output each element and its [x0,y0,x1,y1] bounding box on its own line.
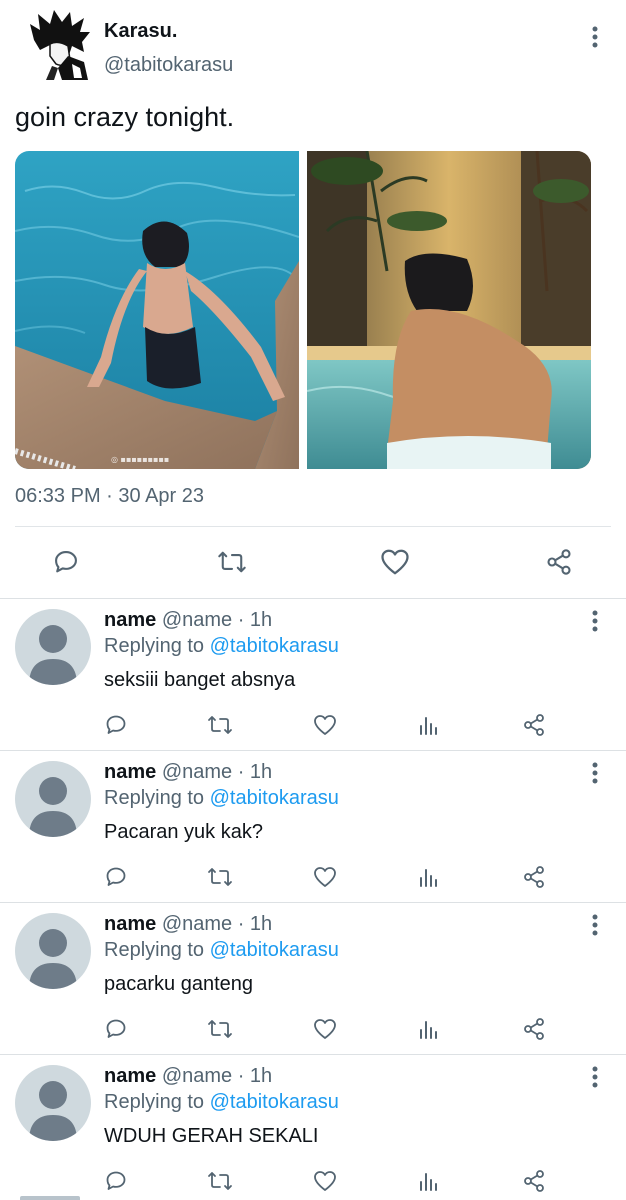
replying-to: Replying to @tabitokarasu [104,787,339,810]
share-icon[interactable] [516,1011,552,1047]
more-options-icon[interactable] [583,25,607,49]
reply-time: · 1h [237,609,273,631]
reply-time: · 1h [237,761,273,783]
more-options-icon[interactable] [583,913,607,937]
share-icon[interactable] [516,1163,552,1199]
replying-to: Replying to @tabitokarasu [104,1091,339,1114]
replying-to-mention[interactable]: @tabitokarasu [210,939,339,961]
default-avatar-icon[interactable] [15,1065,91,1141]
like-icon[interactable] [307,707,343,743]
author-name[interactable]: Karasu. [104,20,177,43]
reply-author-handle[interactable]: @name [162,1065,232,1087]
more-options-icon[interactable] [583,1065,607,1089]
replying-to: Replying to @tabitokarasu [104,635,339,658]
tweet-timestamp[interactable]: 06:33 PM · 30 Apr 23 [15,485,204,508]
reply-text: Pacaran yuk kak? [104,821,263,843]
reply-item[interactable]: name @name · 1h Replying to @tabitokaras… [0,599,626,751]
more-options-icon[interactable] [583,761,607,785]
retweet-icon[interactable] [202,707,238,743]
tweet-image-pool[interactable]: ◎ ▪▪▪▪▪▪▪▪▪ [15,151,299,469]
retweet-icon[interactable] [212,542,252,582]
reply-icon[interactable] [46,542,86,582]
replying-to-mention[interactable]: @tabitokarasu [210,1091,339,1113]
reply-item[interactable]: name @name · 1h Replying to @tabitokaras… [0,1055,626,1200]
analytics-icon[interactable] [411,1011,447,1047]
reply-icon[interactable] [98,1011,134,1047]
analytics-icon[interactable] [411,859,447,895]
reply-icon[interactable] [98,1163,134,1199]
analytics-icon[interactable] [411,1163,447,1199]
reply-author-handle[interactable]: @name [162,609,232,631]
reply-author-name[interactable]: name [104,1065,156,1087]
replying-label: Replying to [104,787,205,809]
replying-label: Replying to [104,1091,205,1113]
like-icon[interactable] [375,542,415,582]
reply-time: · 1h [237,1065,273,1087]
reply-time: · 1h [237,913,273,935]
replying-to-mention[interactable]: @tabitokarasu [210,635,339,657]
tweet-image-jacuzzi[interactable] [307,151,591,469]
like-icon[interactable] [307,1163,343,1199]
share-icon[interactable] [539,542,579,582]
analytics-icon[interactable] [411,707,447,743]
default-avatar-icon[interactable] [15,913,91,989]
svg-text:◎ ▪▪▪▪▪▪▪▪▪: ◎ ▪▪▪▪▪▪▪▪▪ [111,455,169,464]
more-options-icon[interactable] [583,609,607,633]
reply-header: name @name · 1h [104,1065,272,1088]
like-icon[interactable] [307,1011,343,1047]
reply-item[interactable]: name @name · 1h Replying to @tabitokaras… [0,751,626,903]
reply-icon[interactable] [98,859,134,895]
reply-header: name @name · 1h [104,761,272,784]
divider [15,526,611,527]
replying-label: Replying to [104,939,205,961]
replying-label: Replying to [104,635,205,657]
retweet-icon[interactable] [202,1011,238,1047]
reply-text: WDUH GERAH SEKALI [104,1125,319,1147]
tweet-text: goin crazy tonight. [15,102,235,132]
reply-author-name[interactable]: name [104,761,156,783]
retweet-icon[interactable] [202,1163,238,1199]
like-icon[interactable] [307,859,343,895]
share-icon[interactable] [516,707,552,743]
reply-author-handle[interactable]: @name [162,913,232,935]
retweet-icon[interactable] [202,859,238,895]
reply-author-name[interactable]: name [104,913,156,935]
author-avatar[interactable] [28,10,92,80]
reply-author-handle[interactable]: @name [162,761,232,783]
reply-item[interactable]: name @name · 1h Replying to @tabitokaras… [0,903,626,1055]
default-avatar-icon[interactable] [15,761,91,837]
next-reply-avatar-edge [20,1196,80,1200]
author-handle[interactable]: @tabitokarasu [104,54,233,77]
reply-text: pacarku ganteng [104,973,254,995]
main-tweet: Karasu. @tabitokarasu goin crazy tonight… [0,0,626,599]
replying-to-mention[interactable]: @tabitokarasu [210,787,339,809]
reply-text: seksiii banget absnya [104,669,296,691]
reply-icon[interactable] [98,707,134,743]
reply-header: name @name · 1h [104,913,272,936]
replying-to: Replying to @tabitokarasu [104,939,339,962]
reply-header: name @name · 1h [104,609,272,632]
share-icon[interactable] [516,859,552,895]
default-avatar-icon[interactable] [15,609,91,685]
reply-author-name[interactable]: name [104,609,156,631]
